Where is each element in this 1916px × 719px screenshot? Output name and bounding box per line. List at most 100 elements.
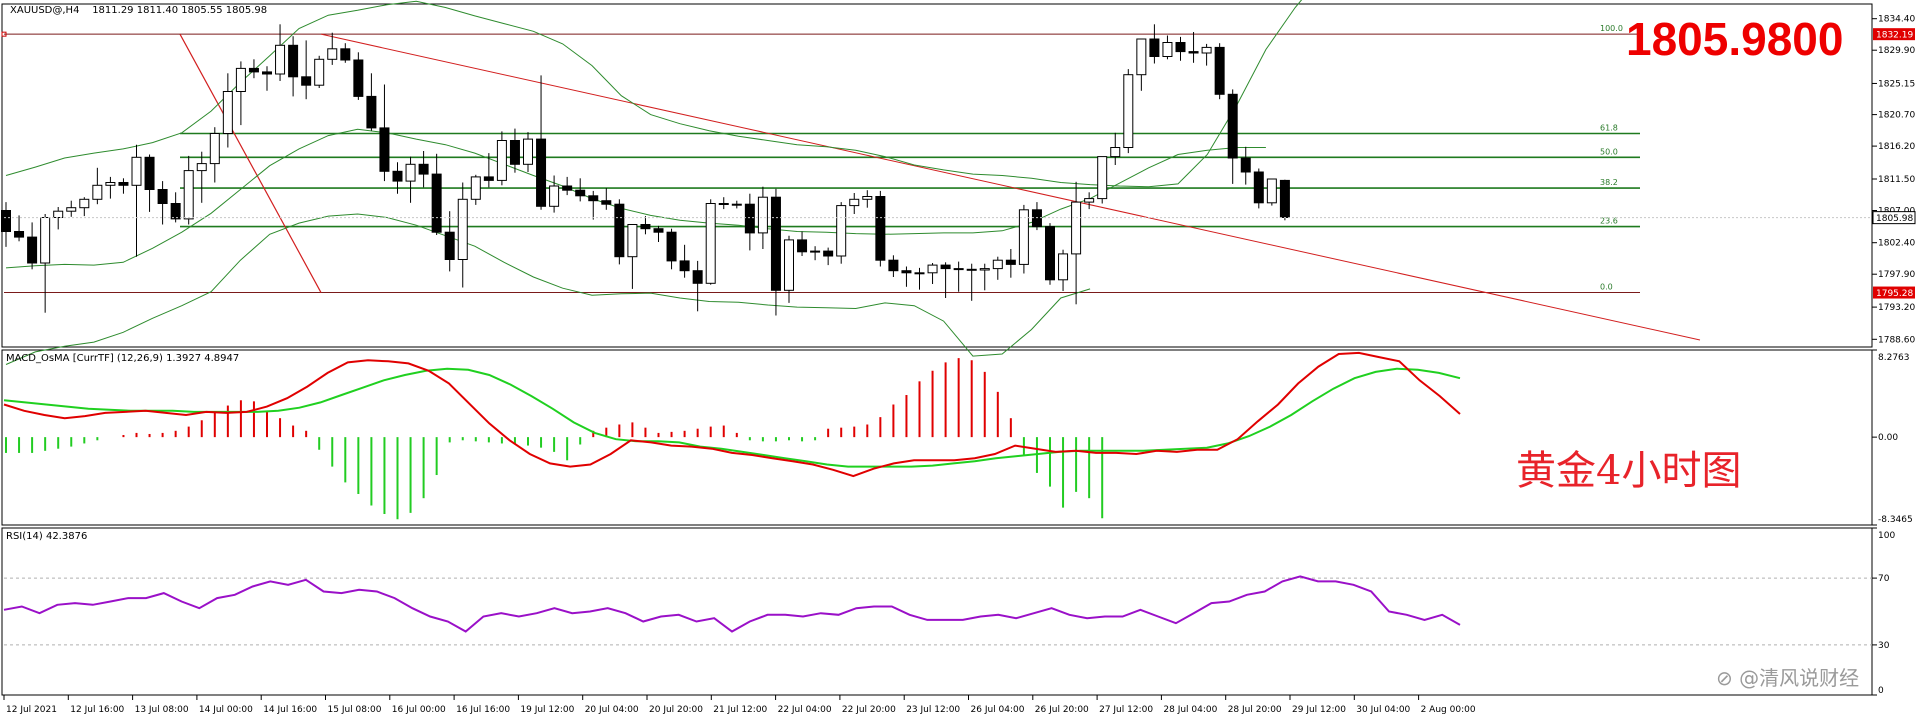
candle-body (627, 224, 638, 258)
candle-body (366, 95, 377, 129)
candle-body (1253, 171, 1264, 204)
time-tick-label: 23 Jul 12:00 (906, 705, 960, 715)
candle-body (1214, 46, 1225, 95)
fib-label: 38.2 (1600, 178, 1618, 187)
candle-body (1149, 38, 1160, 57)
time-tick-label: 12 Jul 2021 (6, 705, 57, 715)
candle-body (849, 198, 860, 207)
candle-body (1188, 51, 1199, 54)
time-tick-label: 28 Jul 04:00 (1163, 705, 1217, 715)
rsi-tick-label: 100 (1878, 531, 1895, 541)
time-tick-label: 20 Jul 20:00 (649, 705, 703, 715)
candle-body (1227, 93, 1238, 159)
candle-body (979, 268, 990, 271)
time-tick-label: 27 Jul 12:00 (1099, 705, 1153, 715)
candle-body (1071, 201, 1082, 255)
candle-body (588, 195, 599, 202)
watermark: ⊘ @清风说财经 (1716, 666, 1860, 690)
candle-body (14, 231, 25, 238)
fib-label: 100.0 (1600, 24, 1623, 33)
candle-body (797, 239, 808, 253)
rsi-label: RSI(14) 42.3876 (6, 531, 88, 542)
price-tick-label: 1797.90 (1878, 270, 1915, 280)
candle-body (379, 127, 390, 172)
time-tick-label: 14 Jul 00:00 (199, 705, 253, 715)
candle-body (940, 264, 951, 270)
candle-body (340, 48, 351, 61)
candle-body (1005, 259, 1016, 265)
candle-body (105, 182, 116, 186)
candle-body (118, 182, 129, 186)
time-tick-label: 2 Aug 00:00 (1421, 705, 1476, 715)
price-tick-label: 1811.50 (1878, 175, 1915, 185)
time-tick-label: 12 Jul 16:00 (70, 705, 124, 715)
time-tick-label: 28 Jul 20:00 (1228, 705, 1282, 715)
candle-body (235, 67, 246, 93)
candle-body (496, 140, 507, 181)
candle-body (131, 156, 142, 186)
time-tick-label: 14 Jul 16:00 (263, 705, 317, 715)
price-tick-label: 1802.40 (1878, 239, 1915, 249)
candle-body (275, 44, 286, 75)
candle-body (823, 250, 834, 257)
candle-body (770, 196, 781, 291)
candle-body (431, 173, 442, 233)
candle-body (314, 58, 325, 86)
candle-body (992, 259, 1003, 270)
candle-body (614, 203, 625, 258)
candle-body (810, 250, 821, 253)
candle-body (444, 231, 455, 260)
candle-body (157, 189, 168, 204)
candle-body (914, 272, 925, 275)
candle-body (1123, 74, 1134, 148)
ohlc-readout: 1811.29 1811.40 1805.55 1805.98 (92, 5, 268, 16)
candle-body (536, 138, 547, 207)
candle-body (248, 67, 259, 73)
candle-body (418, 163, 429, 175)
candle-body (196, 163, 207, 172)
time-tick-label: 22 Jul 20:00 (842, 705, 896, 715)
trading-chart[interactable]: 100.061.850.038.223.60.0 1834.401829.901… (0, 0, 1916, 719)
candle-body (692, 270, 703, 284)
time-tick-label: 19 Jul 12:00 (520, 705, 574, 715)
rsi-tick-label: 0 (1878, 686, 1884, 696)
time-tick-label: 26 Jul 04:00 (971, 705, 1025, 715)
macd-tick-label: -8.3465 (1878, 515, 1913, 525)
candle-body (301, 76, 312, 86)
candle-body (1162, 42, 1173, 57)
candle-body (27, 236, 38, 264)
candle-body (901, 270, 912, 274)
time-tick-label: 16 Jul 00:00 (392, 705, 446, 715)
price-tag-high: 1832.19 (1876, 31, 1913, 41)
macd-tick-label: 8.2763 (1878, 353, 1910, 363)
candle-body (183, 170, 194, 220)
candle-body (549, 185, 560, 207)
candle-body (288, 44, 299, 78)
candle-body (862, 196, 873, 200)
candle-body (640, 224, 651, 230)
candle-body (744, 203, 755, 234)
candle-body (1097, 156, 1108, 200)
price-tick-label: 1834.40 (1878, 15, 1915, 25)
candle-body (784, 239, 794, 291)
price-tick-label: 1820.70 (1878, 111, 1915, 121)
time-tick-label: 21 Jul 12:00 (713, 705, 767, 715)
chart-caption: 黄金4小时图 (1516, 448, 1742, 494)
candle-body (509, 140, 520, 165)
time-tick-label: 29 Jul 12:00 (1292, 705, 1346, 715)
big-price-display: 1805.9800 (1626, 13, 1844, 65)
price-tick-label: 1829.90 (1878, 46, 1915, 56)
fib-label: 61.8 (1600, 124, 1618, 133)
candle-body (953, 268, 964, 271)
candle-body (1201, 46, 1212, 54)
candle-body (392, 170, 403, 182)
candle-body (731, 203, 742, 206)
candle-body (718, 203, 729, 205)
macd-label: MACD_OsMA [CurrTF] (12,26,9) 1.3927 4.89… (6, 353, 240, 364)
candle-body (92, 184, 103, 200)
price-tick-label: 1816.20 (1878, 142, 1915, 152)
candle-body (1045, 226, 1055, 281)
fib-label: 0.0 (1600, 283, 1613, 292)
time-tick-label: 16 Jul 16:00 (456, 705, 510, 715)
fib-label: 50.0 (1600, 147, 1618, 156)
